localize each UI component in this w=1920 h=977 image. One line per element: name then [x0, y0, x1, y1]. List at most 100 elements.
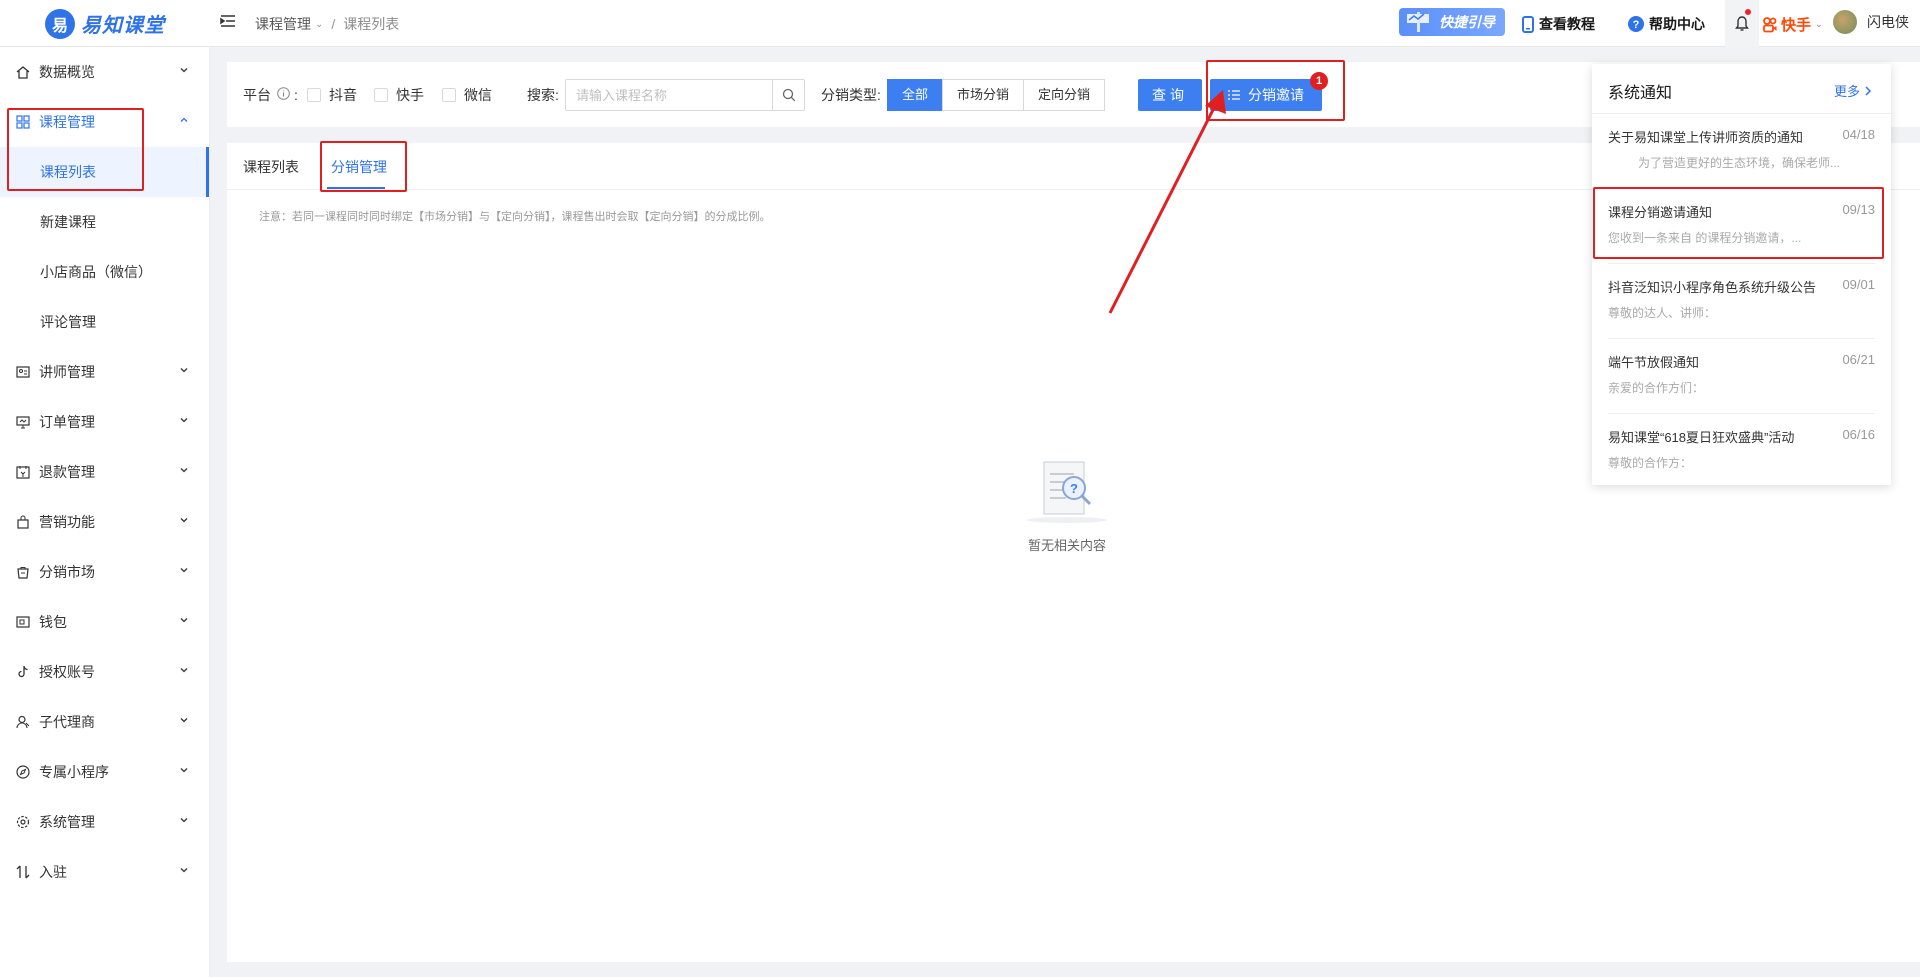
- more-notifications-link[interactable]: 更多: [1834, 81, 1873, 100]
- chevron-down-icon: ⌄: [1815, 19, 1823, 29]
- sidebar-item-label: 数据概览: [39, 64, 95, 80]
- avatar: [1833, 10, 1857, 34]
- chevron-down-icon: [180, 618, 188, 623]
- sidebar-item-label: 入驻: [39, 864, 67, 880]
- checkbox-label: 抖音: [329, 87, 357, 103]
- chevron-up-icon: [180, 117, 188, 122]
- sidebar-item-system-management[interactable]: 系统管理: [0, 797, 209, 847]
- sidebar-subitem-label: 评论管理: [40, 314, 96, 330]
- user-menu[interactable]: 闪电侠: [1833, 10, 1909, 34]
- platform-checkbox-douyin[interactable]: 抖音: [307, 85, 357, 105]
- notification-dropdown: 系统通知 更多 关于易知课堂上传讲师资质的通知 04/18 为了营造更好的生态环…: [1592, 64, 1891, 485]
- sidebar-item-authorized-accounts[interactable]: 授权账号: [0, 647, 209, 697]
- sidebar-subitem-new-course[interactable]: 新建课程: [0, 197, 209, 247]
- search-input[interactable]: [566, 80, 772, 110]
- sidebar-subitem-label: 新建课程: [40, 214, 96, 230]
- notification-item-title: 关于易知课堂上传讲师资质的通知: [1608, 130, 1804, 145]
- sidebar-item-lecturer-management[interactable]: 讲师管理: [0, 347, 209, 397]
- sidebar-item-sub-agents[interactable]: 子代理商: [0, 697, 209, 747]
- quick-guide-button[interactable]: 快捷引导: [1399, 8, 1505, 36]
- platform-checkbox-kuaishou[interactable]: 快手: [374, 85, 424, 105]
- notification-item-summary: 您收到一条来自 的课程分销邀请，...: [1608, 231, 1802, 245]
- refund-icon: [16, 465, 30, 479]
- monitor-icon: [16, 415, 30, 429]
- dist-type-directed[interactable]: 定向分销: [1023, 79, 1106, 111]
- tutorial-label: 查看教程: [1539, 16, 1595, 32]
- tab-course-list[interactable]: 课程列表: [243, 157, 299, 177]
- svg-text:?: ?: [1633, 19, 1640, 31]
- search-button[interactable]: [772, 80, 804, 110]
- sidebar-item-label: 子代理商: [39, 714, 95, 730]
- notification-item[interactable]: 易知课堂“618夏日狂欢盛典”活动 06/16 尊敬的合作方：: [1608, 414, 1875, 489]
- checkbox[interactable]: [442, 88, 456, 102]
- sidebar-item-onboarding[interactable]: 入驻: [0, 847, 209, 897]
- notification-bell[interactable]: [1725, 0, 1759, 47]
- tiktok-icon: [16, 665, 30, 679]
- chevron-down-icon: [180, 418, 188, 423]
- sidebar-item-label: 讲师管理: [39, 364, 95, 380]
- sidebar-item-label: 退款管理: [39, 464, 95, 480]
- dist-type-market[interactable]: 市场分销: [942, 79, 1025, 111]
- sidebar-subitem-shop-products[interactable]: 小店商品（微信）: [0, 247, 209, 297]
- checkbox[interactable]: [307, 88, 321, 102]
- sidebar-item-data-overview[interactable]: 数据概览: [0, 47, 209, 97]
- search-box: [565, 79, 805, 111]
- sidebar-item-marketing[interactable]: 营销功能: [0, 497, 209, 547]
- chevron-down-icon: [180, 518, 188, 523]
- sidebar-item-wallet[interactable]: 钱包: [0, 597, 209, 647]
- logo-text: 易知课堂: [81, 15, 165, 37]
- chevron-down-icon: [180, 368, 188, 373]
- empty-state: ? 暂无相关内容: [1007, 448, 1127, 554]
- chevron-down-icon: [180, 818, 188, 823]
- empty-document-icon: ?: [1027, 461, 1107, 523]
- platform-label: 快手: [1781, 17, 1812, 34]
- sidebar-item-distribution-market[interactable]: 分销市场: [0, 547, 209, 597]
- gear-icon: [16, 815, 30, 829]
- quick-guide-label: 快捷引导: [1439, 14, 1495, 30]
- tutorial-link[interactable]: 查看教程: [1522, 14, 1595, 34]
- bag-icon: [16, 515, 30, 529]
- help-center-link[interactable]: ? 帮助中心: [1628, 14, 1705, 34]
- notification-item[interactable]: 抖音泛知识小程序角色系统升级公告 09/01 尊敬的达人、讲师：: [1608, 264, 1875, 339]
- platform-switcher[interactable]: 快手 ⌄: [1762, 14, 1823, 35]
- user-icon: [16, 715, 30, 729]
- platform-checkbox-wechat[interactable]: 微信: [442, 85, 492, 105]
- menu-collapse-icon[interactable]: [220, 13, 240, 33]
- notification-item-summary: 亲爱的合作方们：: [1608, 381, 1705, 395]
- sidebar-item-label: 钱包: [39, 614, 67, 630]
- distribution-type-label: 分销类型:: [821, 87, 881, 103]
- sidebar-subitem-course-list[interactable]: 课程列表: [0, 147, 209, 197]
- sidebar-item-label: 课程管理: [39, 114, 95, 130]
- dist-type-all[interactable]: 全部: [887, 79, 944, 111]
- empty-text: 暂无相关内容: [1027, 538, 1106, 553]
- sidebar-item-mini-program[interactable]: 专属小程序: [0, 747, 209, 797]
- bell-icon: [1735, 15, 1749, 31]
- notification-item-title: 端午节放假通知: [1608, 355, 1700, 370]
- info-icon[interactable]: [277, 87, 290, 103]
- breadcrumb-item-course-management[interactable]: 课程管理: [255, 14, 311, 34]
- sidebar-item-label: 系统管理: [39, 814, 95, 830]
- notification-item[interactable]: 关于易知课堂上传讲师资质的通知 04/18 为了营造更好的生态环境，确保老师..…: [1608, 114, 1875, 189]
- chevron-down-icon: [180, 718, 188, 723]
- notification-item[interactable]: 端午节放假通知 06/21 亲爱的合作方们：: [1608, 339, 1875, 414]
- checkbox[interactable]: [374, 88, 388, 102]
- tab-distribution-management[interactable]: 分销管理: [331, 157, 387, 177]
- sidebar-item-course-management[interactable]: 课程管理: [0, 97, 209, 147]
- notification-item-date: 04/18: [1842, 127, 1875, 142]
- search-label: 搜索:: [527, 87, 559, 103]
- checkbox-label: 快手: [396, 87, 424, 103]
- breadcrumb-item-course-list: 课程列表: [343, 16, 400, 32]
- grid-icon: [16, 115, 30, 129]
- sidebar-item-refund-management[interactable]: 退款管理: [0, 447, 209, 497]
- username: 闪电侠: [1867, 14, 1909, 30]
- sidebar-subitem-comments[interactable]: 评论管理: [0, 297, 209, 347]
- chevron-down-icon: [180, 468, 188, 473]
- notification-item[interactable]: 课程分销邀请通知 09/13 您收到一条来自 的课程分销邀请，...: [1608, 189, 1875, 264]
- logo[interactable]: 易 易知课堂: [0, 0, 210, 47]
- logo-mark-icon: 易: [45, 8, 75, 39]
- chevron-right-icon: [1865, 85, 1872, 96]
- sidebar-item-order-management[interactable]: 订单管理: [0, 397, 209, 447]
- notification-item-title: 课程分销邀请通知: [1608, 205, 1713, 220]
- chevron-down-icon: [180, 568, 188, 573]
- phone-icon: [1522, 15, 1534, 33]
